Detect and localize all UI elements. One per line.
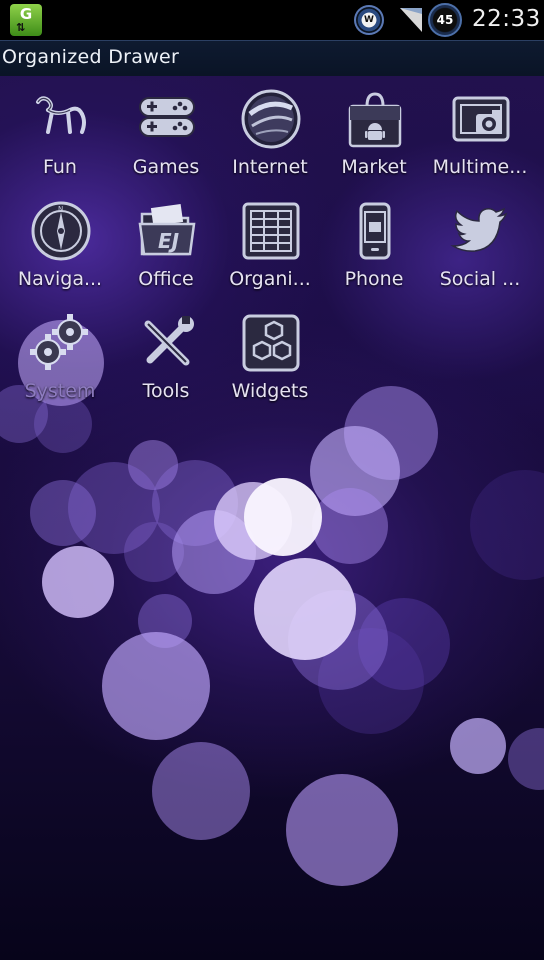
app-label: Widgets: [231, 380, 309, 402]
weather-widget-icon: W: [354, 5, 384, 35]
app-label: Internet: [232, 156, 308, 178]
app-navigation[interactable]: N Naviga...: [8, 192, 112, 300]
signal-strength-icon: [400, 8, 422, 32]
app-office[interactable]: EJ Office: [114, 192, 218, 300]
wrench-screwdriver-icon: [144, 316, 194, 366]
market-bag-icon: [348, 92, 402, 148]
svg-text:N: N: [58, 205, 63, 213]
app-label: Market: [341, 156, 407, 178]
app-label: System: [24, 380, 96, 402]
app-phone[interactable]: Phone: [322, 192, 426, 300]
page-title: Organized Drawer: [2, 46, 180, 68]
drawer-header: Organized Drawer: [0, 40, 544, 76]
app-organizer[interactable]: Organi...: [218, 192, 322, 300]
hexagons-icon: [242, 314, 300, 372]
globe-icon: [241, 89, 301, 149]
compass-icon: N: [31, 201, 91, 261]
app-multimedia[interactable]: Multime...: [428, 80, 532, 188]
app-label: Social ...: [439, 268, 521, 290]
app-market[interactable]: Market: [322, 80, 426, 188]
app-internet[interactable]: Internet: [218, 80, 322, 188]
dog-balloon-icon: [36, 96, 86, 134]
battery-icon: 45: [428, 3, 462, 37]
bird-icon: [450, 207, 508, 252]
app-widgets[interactable]: Widgets: [218, 304, 322, 412]
clock: 22:33: [472, 6, 541, 32]
app-tools[interactable]: Tools: [114, 304, 218, 412]
app-label: Naviga...: [17, 268, 103, 290]
app-label: Multime...: [432, 156, 528, 178]
status-bar: G ⇅ W 45 22:33: [0, 0, 544, 40]
gamepad-icon: [139, 97, 195, 137]
app-label: Fun: [43, 156, 77, 178]
app-games[interactable]: Games: [114, 80, 218, 188]
app-social[interactable]: Social ...: [428, 192, 532, 300]
grid-organizer-icon: [242, 202, 300, 260]
phone-icon: [359, 202, 391, 260]
folder-icon: EJ: [138, 203, 196, 256]
gears-icon: [30, 314, 88, 370]
download-notification-icon[interactable]: G ⇅: [10, 4, 42, 36]
app-label: Tools: [142, 380, 190, 402]
svg-text:EJ: EJ: [158, 229, 180, 253]
photo-camera-icon: [452, 96, 510, 142]
app-system[interactable]: System: [8, 304, 112, 412]
app-label: Games: [132, 156, 200, 178]
app-fun[interactable]: Fun: [8, 80, 112, 188]
app-label: Office: [138, 268, 194, 290]
app-label: Organi...: [229, 268, 311, 290]
app-label: Phone: [344, 268, 404, 290]
